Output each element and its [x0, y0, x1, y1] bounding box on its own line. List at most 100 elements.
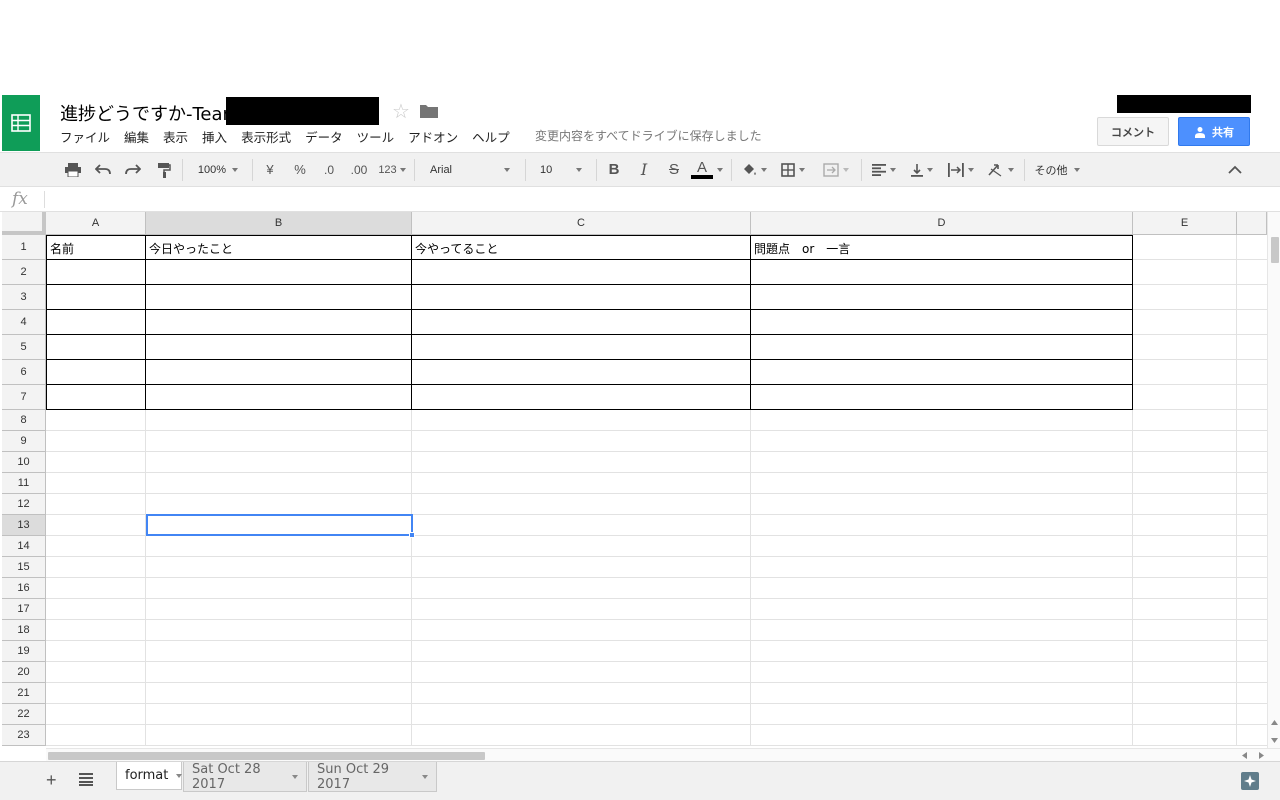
cell-e1[interactable]	[1133, 235, 1237, 260]
cell-c16[interactable]	[412, 578, 751, 599]
cell-c7[interactable]	[412, 385, 751, 410]
row-header-15[interactable]: 15	[2, 557, 46, 578]
cell-e14[interactable]	[1133, 536, 1237, 557]
cell-c21[interactable]	[412, 683, 751, 704]
cell-e22[interactable]	[1133, 704, 1237, 725]
scroll-down-icon[interactable]	[1271, 738, 1278, 743]
cell-a11[interactable]	[46, 473, 146, 494]
cell-b2[interactable]	[146, 260, 412, 285]
cell-e18[interactable]	[1133, 620, 1237, 641]
row-header-9[interactable]: 9	[2, 431, 46, 452]
explore-icon[interactable]	[1241, 772, 1259, 790]
scroll-right-icon[interactable]	[1259, 752, 1264, 759]
cell-c23[interactable]	[412, 725, 751, 746]
cell-b21[interactable]	[146, 683, 412, 704]
borders-button[interactable]	[777, 153, 809, 186]
cell-e23[interactable]	[1133, 725, 1237, 746]
cell-b3[interactable]	[146, 285, 412, 310]
cell-e2[interactable]	[1133, 260, 1237, 285]
horizontal-scrollbar[interactable]	[46, 748, 1280, 761]
column-header-c[interactable]: C	[412, 212, 751, 235]
cell-d1[interactable]: 問題点 or 一言	[751, 235, 1133, 260]
row-header-22[interactable]: 22	[2, 704, 46, 725]
cell-c9[interactable]	[412, 431, 751, 452]
cell-a13[interactable]	[46, 515, 146, 536]
cell-e5[interactable]	[1133, 335, 1237, 360]
cell-c3[interactable]	[412, 285, 751, 310]
cell-e6[interactable]	[1133, 360, 1237, 385]
column-header-b[interactable]: B	[146, 212, 412, 235]
menu-addons[interactable]: アドオン	[408, 127, 458, 146]
sheet-tab-caret-icon[interactable]	[176, 773, 183, 778]
cell-a5[interactable]	[46, 335, 146, 360]
row-header-12[interactable]: 12	[2, 494, 46, 515]
add-sheet-icon[interactable]: +	[46, 770, 57, 791]
cell-a19[interactable]	[46, 641, 146, 662]
cell-c6[interactable]	[412, 360, 751, 385]
cell-a1[interactable]: 名前	[46, 235, 146, 260]
cell-d7[interactable]	[751, 385, 1133, 410]
cell-e3[interactable]	[1133, 285, 1237, 310]
decrease-decimal-button[interactable]: .0	[318, 153, 340, 186]
cell-b18[interactable]	[146, 620, 412, 641]
cell-c17[interactable]	[412, 599, 751, 620]
cell-e12[interactable]	[1133, 494, 1237, 515]
cell-d15[interactable]	[751, 557, 1133, 578]
cell-b8[interactable]	[146, 410, 412, 431]
cell-c1[interactable]: 今やってること	[412, 235, 751, 260]
cell-b20[interactable]	[146, 662, 412, 683]
sheet-tab-caret-icon[interactable]	[422, 774, 428, 779]
cell-e15[interactable]	[1133, 557, 1237, 578]
cell-c5[interactable]	[412, 335, 751, 360]
comments-button[interactable]: コメント	[1097, 117, 1169, 146]
more-button[interactable]: その他	[1030, 153, 1084, 186]
cell-d18[interactable]	[751, 620, 1133, 641]
cell-d17[interactable]	[751, 599, 1133, 620]
row-header-13[interactable]: 13	[2, 515, 46, 536]
cell-b23[interactable]	[146, 725, 412, 746]
share-button[interactable]: 共有	[1178, 117, 1250, 146]
cell-b7[interactable]	[146, 385, 412, 410]
currency-format-button[interactable]: ¥	[260, 153, 280, 186]
vertical-scrollbar[interactable]	[1267, 212, 1280, 748]
cell-e19[interactable]	[1133, 641, 1237, 662]
cell-c19[interactable]	[412, 641, 751, 662]
cell-e10[interactable]	[1133, 452, 1237, 473]
row-header-16[interactable]: 16	[2, 578, 46, 599]
cell-d20[interactable]	[751, 662, 1133, 683]
menu-edit[interactable]: 編集	[124, 127, 149, 146]
bold-button[interactable]: B	[604, 153, 624, 186]
row-header-1[interactable]: 1	[2, 235, 46, 260]
folder-icon[interactable]	[420, 103, 438, 118]
cell-a20[interactable]	[46, 662, 146, 683]
cell-d23[interactable]	[751, 725, 1133, 746]
document-title[interactable]: 進捗どうですか-Team	[60, 100, 240, 126]
row-header-2[interactable]: 2	[2, 260, 46, 285]
row-header-18[interactable]: 18	[2, 620, 46, 641]
percent-format-button[interactable]: %	[290, 153, 310, 186]
cell-d11[interactable]	[751, 473, 1133, 494]
cell-c18[interactable]	[412, 620, 751, 641]
row-header-6[interactable]: 6	[2, 360, 46, 385]
fill-color-button[interactable]	[738, 153, 770, 186]
cell-b9[interactable]	[146, 431, 412, 452]
increase-decimal-button[interactable]: .00	[346, 153, 372, 186]
cell-c15[interactable]	[412, 557, 751, 578]
column-header-d[interactable]: D	[751, 212, 1133, 235]
cell-c14[interactable]	[412, 536, 751, 557]
cell-e9[interactable]	[1133, 431, 1237, 452]
cell-d4[interactable]	[751, 310, 1133, 335]
collapse-chevron-up-icon[interactable]	[1224, 153, 1246, 186]
row-header-3[interactable]: 3	[2, 285, 46, 310]
menu-data[interactable]: データ	[305, 127, 343, 146]
cell-a7[interactable]	[46, 385, 146, 410]
spreadsheet-grid[interactable]: A B C D E 1 名前 今日やったこと 今やってること 問題点 or 一言 2 3 4 5 6 7 8 9 1…	[0, 212, 1280, 748]
scroll-up-icon[interactable]	[1271, 720, 1278, 725]
cell-b17[interactable]	[146, 599, 412, 620]
cell-d19[interactable]	[751, 641, 1133, 662]
sheets-logo-icon[interactable]	[2, 95, 40, 151]
row-header-10[interactable]: 10	[2, 452, 46, 473]
cell-d2[interactable]	[751, 260, 1133, 285]
cell-d14[interactable]	[751, 536, 1133, 557]
cell-a21[interactable]	[46, 683, 146, 704]
